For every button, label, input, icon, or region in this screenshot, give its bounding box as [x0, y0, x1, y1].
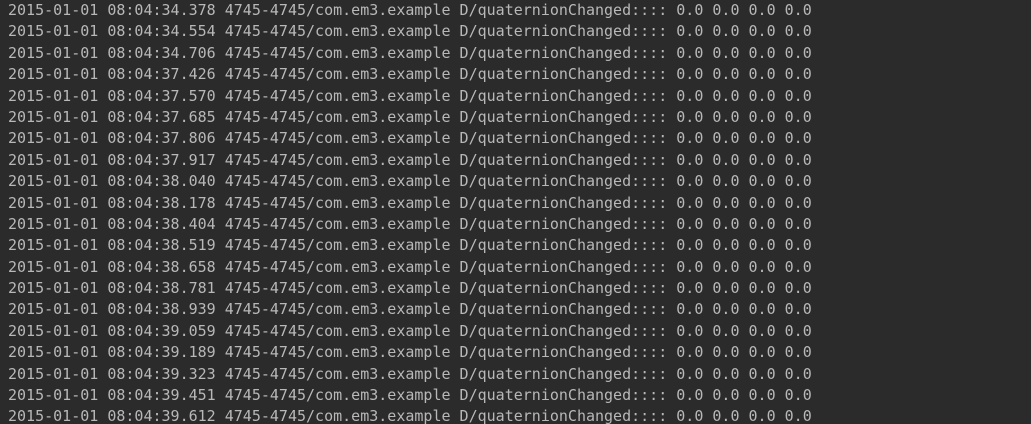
- log-line: 2015-01-01 08:04:37.426 4745-4745/com.em…: [8, 65, 812, 84]
- log-line: 2015-01-01 08:04:34.554 4745-4745/com.em…: [8, 22, 812, 41]
- log-line: 2015-01-01 08:04:38.404 4745-4745/com.em…: [8, 214, 812, 233]
- log-line: 2015-01-01 08:04:39.323 4745-4745/com.em…: [8, 364, 812, 383]
- log-line: 2015-01-01 08:04:37.570 4745-4745/com.em…: [8, 86, 812, 105]
- log-line: 2015-01-01 08:04:38.781 4745-4745/com.em…: [8, 279, 812, 298]
- log-line: 2015-01-01 08:04:37.806 4745-4745/com.em…: [8, 129, 812, 148]
- log-line: 2015-01-01 08:04:39.612 4745-4745/com.em…: [8, 407, 812, 424]
- log-line: 2015-01-01 08:04:37.917 4745-4745/com.em…: [8, 150, 812, 169]
- log-line: 2015-01-01 08:04:38.658 4745-4745/com.em…: [8, 257, 812, 276]
- log-line: 2015-01-01 08:04:34.706 4745-4745/com.em…: [8, 43, 812, 62]
- log-line: 2015-01-01 08:04:37.685 4745-4745/com.em…: [8, 107, 812, 126]
- log-line: 2015-01-01 08:04:38.519 4745-4745/com.em…: [8, 236, 812, 255]
- log-line: 2015-01-01 08:04:38.040 4745-4745/com.em…: [8, 172, 812, 191]
- log-line: 2015-01-01 08:04:39.451 4745-4745/com.em…: [8, 386, 812, 405]
- log-line: 2015-01-01 08:04:38.178 4745-4745/com.em…: [8, 193, 812, 212]
- log-line: 2015-01-01 08:04:34.378 4745-4745/com.em…: [8, 1, 812, 19]
- log-line: 2015-01-01 08:04:39.189 4745-4745/com.em…: [8, 343, 812, 362]
- log-line: 2015-01-01 08:04:38.939 4745-4745/com.em…: [8, 300, 812, 319]
- log-line: 2015-01-01 08:04:39.059 4745-4745/com.em…: [8, 321, 812, 340]
- logcat-output-panel: 2015-01-01 08:04:34.378 4745-4745/com.em…: [0, 0, 1031, 424]
